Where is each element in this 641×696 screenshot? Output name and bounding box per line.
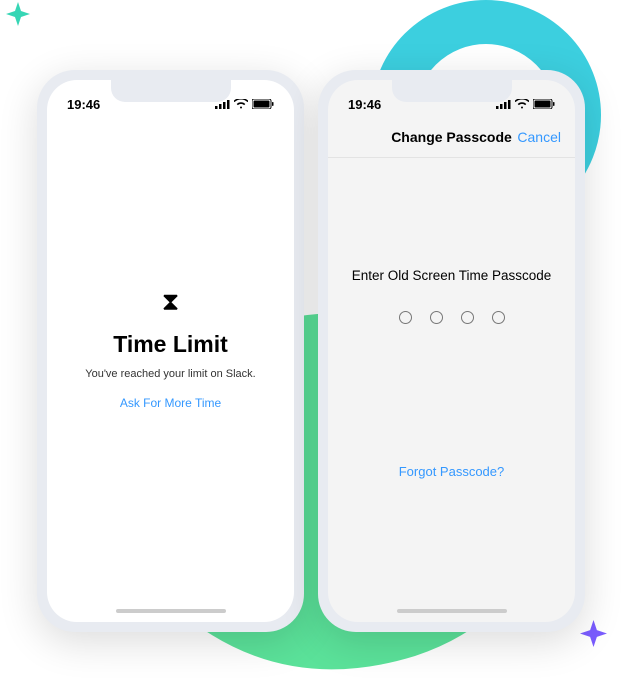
- phone-time-limit: 19:46 ⧗ Time Limit You've reached your l…: [37, 70, 304, 632]
- time-limit-title: Time Limit: [113, 331, 228, 358]
- passcode-dot: [492, 311, 505, 324]
- phone-notch: [111, 80, 231, 102]
- home-indicator: [116, 609, 226, 613]
- nav-title: Change Passcode: [391, 129, 512, 145]
- phone-passcode: 19:46 Change Passcode Cancel Enter Old S…: [318, 70, 585, 632]
- ask-more-time-link[interactable]: Ask For More Time: [120, 396, 221, 410]
- passcode-dot: [461, 311, 474, 324]
- cancel-button[interactable]: Cancel: [517, 129, 561, 145]
- passcode-dot: [399, 311, 412, 324]
- passcode-prompt: Enter Old Screen Time Passcode: [352, 268, 552, 283]
- home-indicator: [397, 609, 507, 613]
- sparkle-icon: [6, 2, 30, 26]
- passcode-dots[interactable]: [399, 311, 505, 324]
- nav-bar: Change Passcode Cancel: [328, 116, 575, 158]
- wifi-icon: [515, 99, 529, 109]
- phone-mockups: 19:46 ⧗ Time Limit You've reached your l…: [37, 70, 585, 632]
- status-time: 19:46: [348, 97, 381, 112]
- hourglass-icon: ⧗: [162, 288, 180, 317]
- battery-icon: [533, 99, 555, 109]
- time-limit-subtitle: You've reached your limit on Slack.: [85, 368, 255, 380]
- passcode-dot: [430, 311, 443, 324]
- forgot-passcode-link[interactable]: Forgot Passcode?: [399, 464, 505, 479]
- phone-notch: [392, 80, 512, 102]
